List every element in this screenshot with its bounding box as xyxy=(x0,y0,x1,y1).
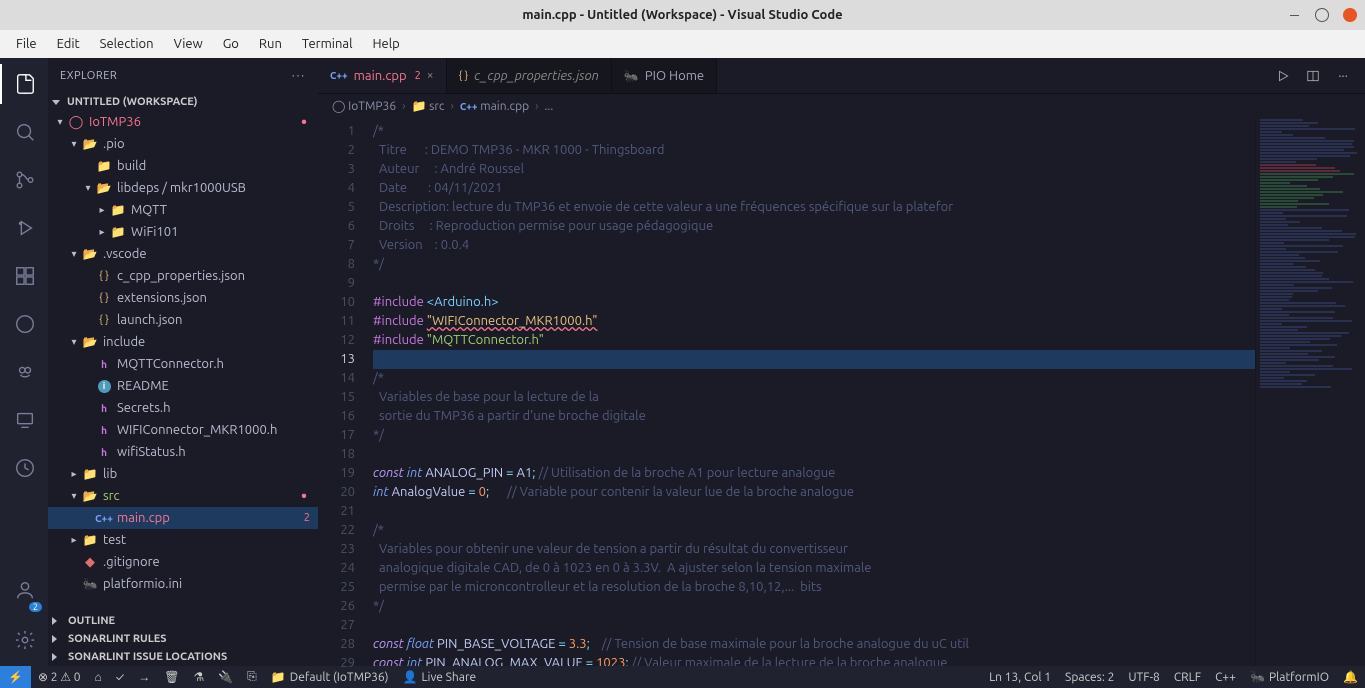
activity-remote-icon[interactable] xyxy=(0,400,48,440)
section-sonar-rules[interactable]: SONARLINT RULES xyxy=(48,630,318,648)
tree-build[interactable]: 📁build xyxy=(48,155,318,177)
status-platformio[interactable]: 🐜 PlatformIO xyxy=(1243,666,1336,688)
tree-root[interactable]: ▾◯IoTMP36• xyxy=(48,111,318,133)
tree-gitignore[interactable]: ◆.gitignore xyxy=(48,551,318,573)
tab-c-cpp-properties-json[interactable]: { }c_cpp_properties.json xyxy=(447,58,612,93)
activity-platformio-icon[interactable] xyxy=(0,352,48,392)
activity-accounts-icon[interactable]: 2 xyxy=(0,570,48,610)
window-titlebar: main.cpp - Untitled (Workspace) - Visual… xyxy=(0,0,1365,30)
tab-more-icon[interactable]: ··· xyxy=(1335,68,1351,84)
window-maximize-icon[interactable] xyxy=(1315,8,1329,22)
status-terminal-icon[interactable]: ⎘ xyxy=(240,666,264,688)
status-monitor-icon[interactable]: 🔌 xyxy=(211,666,240,688)
activity-extensions-icon[interactable] xyxy=(0,256,48,296)
status-build-icon[interactable]: ✓ xyxy=(109,666,131,688)
tree-maincpp[interactable]: C++main.cpp2 xyxy=(48,507,318,529)
menu-edit[interactable]: Edit xyxy=(47,33,90,55)
tree-ext[interactable]: { }extensions.json xyxy=(48,287,318,309)
split-icon[interactable] xyxy=(1305,68,1321,84)
status-bar: ⚡ ⊗ 2 ⚠ 0 ⌂ ✓ → 🗑 ⚗ 🔌 ⎘ 📁 Default (IoTMP… xyxy=(0,666,1365,688)
activity-github-icon[interactable] xyxy=(0,304,48,344)
tree-test[interactable]: ▸📁test xyxy=(48,529,318,551)
line-gutter: 1234567891011121314151617181920212223242… xyxy=(318,118,373,666)
menu-help[interactable]: Help xyxy=(362,33,409,55)
menu-terminal[interactable]: Terminal xyxy=(292,33,363,55)
status-eol[interactable]: CRLF xyxy=(1167,666,1208,688)
activity-explorer-icon[interactable] xyxy=(0,64,48,104)
status-upload-icon[interactable]: → xyxy=(131,666,157,688)
tree-mqtt[interactable]: ▸📁MQTT xyxy=(48,199,318,221)
tree-mqttconn[interactable]: hMQTTConnector.h xyxy=(48,353,318,375)
section-workspace[interactable]: UNTITLED (WORKSPACE) xyxy=(48,93,318,111)
menu-go[interactable]: Go xyxy=(213,33,249,55)
activity-bar: 2 xyxy=(0,58,48,666)
crumb-0[interactable]: ◯ IoTMP36 xyxy=(332,99,396,113)
tab-pio-home[interactable]: 🐜PIO Home xyxy=(612,58,717,93)
tree-include[interactable]: ▾📂include xyxy=(48,331,318,353)
crumb-1[interactable]: 📁 src xyxy=(411,99,444,113)
tree-wifistatus[interactable]: hwifiStatus.h xyxy=(48,441,318,463)
tab-bar: C++main.cpp2×{ }c_cpp_properties.json🐜PI… xyxy=(318,58,1365,94)
tree-platformio[interactable]: 🐜platformio.ini xyxy=(48,573,318,595)
activity-settings-icon[interactable] xyxy=(0,620,48,660)
tree-src[interactable]: ▾📂src• xyxy=(48,485,318,507)
minimap[interactable] xyxy=(1255,118,1365,666)
status-test-icon[interactable]: ⚗ xyxy=(186,666,211,688)
status-problems[interactable]: ⊗ 2 ⚠ 0 xyxy=(31,666,88,688)
activity-search-icon[interactable] xyxy=(0,112,48,152)
crumb-2[interactable]: C++ main.cpp xyxy=(460,100,529,113)
menu-view[interactable]: View xyxy=(164,33,213,55)
status-lncol[interactable]: Ln 13, Col 1 xyxy=(982,666,1058,688)
status-lang[interactable]: C++ xyxy=(1208,666,1243,688)
tab-main-cpp[interactable]: C++main.cpp2× xyxy=(318,58,447,93)
explorer-more-icon[interactable]: ··· xyxy=(292,70,306,82)
activity-scm-icon[interactable] xyxy=(0,160,48,200)
tree-vscode[interactable]: ▾📂.vscode xyxy=(48,243,318,265)
run-icon[interactable] xyxy=(1275,68,1291,84)
menu-selection[interactable]: Selection xyxy=(90,33,164,55)
code-area[interactable]: /* Titre : DEMO TMP36 - MKR 1000 - Thing… xyxy=(373,118,1255,666)
status-home-icon[interactable]: ⌂ xyxy=(88,666,109,688)
window-title: main.cpp - Untitled (Workspace) - Visual… xyxy=(522,8,842,22)
status-clean-icon[interactable]: 🗑 xyxy=(157,666,186,688)
tree-lib[interactable]: ▸📁lib xyxy=(48,463,318,485)
activity-timeline-icon[interactable] xyxy=(0,448,48,488)
tree-launch[interactable]: { }launch.json xyxy=(48,309,318,331)
explorer-title: EXPLORER xyxy=(60,70,117,82)
file-tree: ▾◯IoTMP36•▾📂.pio📁build▾📂libdeps / mkr100… xyxy=(48,111,318,612)
sidebar-explorer: EXPLORER ··· UNTITLED (WORKSPACE) ▾◯IoTM… xyxy=(48,58,318,666)
status-spaces[interactable]: Spaces: 2 xyxy=(1058,666,1121,688)
tree-wifi101[interactable]: ▸📁WiFi101 xyxy=(48,221,318,243)
activity-debug-icon[interactable] xyxy=(0,208,48,248)
menu-bar: FileEditSelectionViewGoRunTerminalHelp xyxy=(0,30,1365,58)
breadcrumbs[interactable]: ◯ IoTMP36›📁 src›C++ main.cpp›... xyxy=(318,94,1365,118)
window-minimize-icon[interactable] xyxy=(1287,8,1301,22)
crumb-3[interactable]: ... xyxy=(544,100,553,113)
section-outline[interactable]: OUTLINE xyxy=(48,612,318,630)
tree-pio[interactable]: ▾📂.pio xyxy=(48,133,318,155)
tree-libdeps[interactable]: ▾📂libdeps / mkr1000USB xyxy=(48,177,318,199)
tree-wificonn[interactable]: hWIFIConnector_MKR1000.h xyxy=(48,419,318,441)
window-close-icon[interactable] xyxy=(1343,8,1357,22)
section-sonar-issues[interactable]: SONARLINT ISSUE LOCATIONS xyxy=(48,648,318,666)
status-bell-icon[interactable]: 🔔 xyxy=(1336,666,1365,688)
tree-ccpp[interactable]: { }c_cpp_properties.json xyxy=(48,265,318,287)
editor-group: C++main.cpp2×{ }c_cpp_properties.json🐜PI… xyxy=(318,58,1365,666)
tree-readme[interactable]: iREADME xyxy=(48,375,318,397)
menu-file[interactable]: File xyxy=(6,33,47,55)
status-remote-icon[interactable]: ⚡ xyxy=(0,666,31,688)
menu-run[interactable]: Run xyxy=(249,33,292,55)
status-encoding[interactable]: UTF-8 xyxy=(1121,666,1166,688)
tree-secrets[interactable]: hSecrets.h xyxy=(48,397,318,419)
status-liveshare[interactable]: 👤 Live Share xyxy=(395,666,483,688)
